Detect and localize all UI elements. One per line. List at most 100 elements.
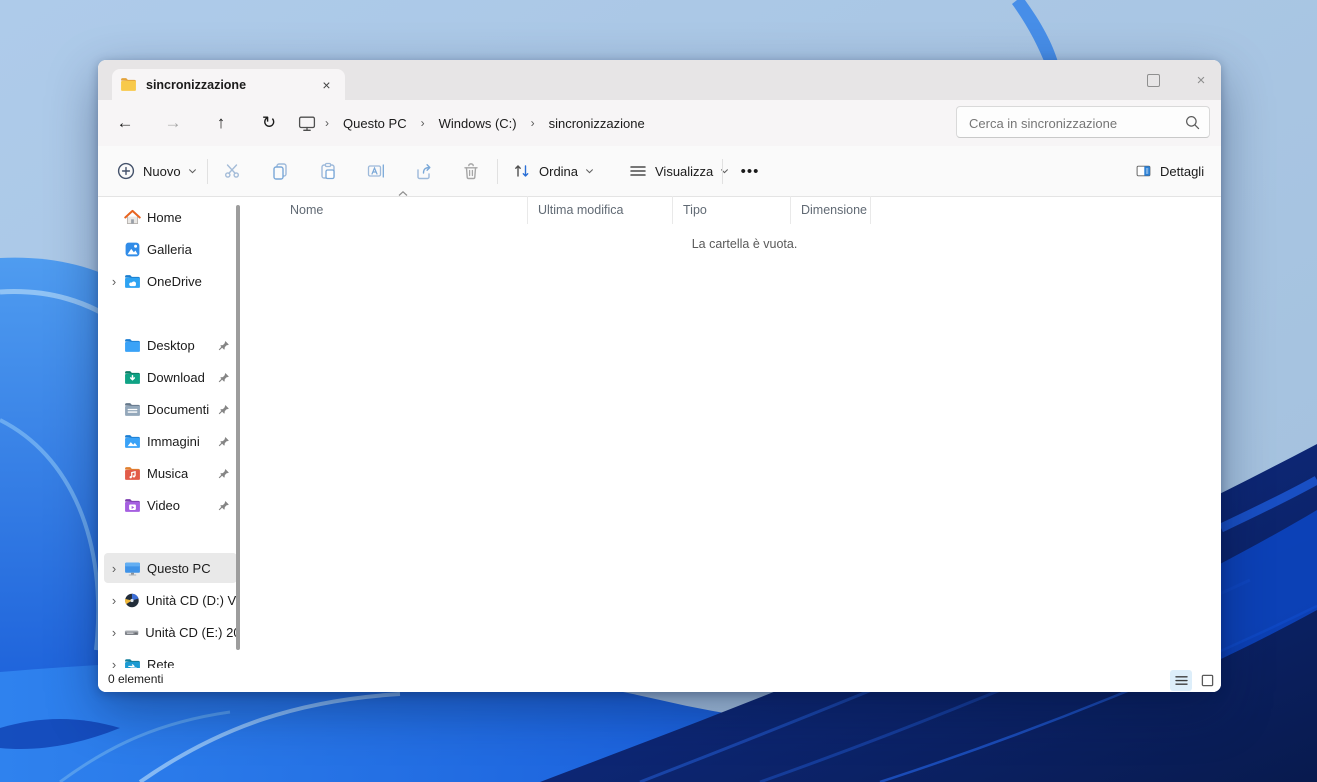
sort-icon	[515, 165, 529, 177]
paste-button[interactable]	[310, 153, 346, 189]
breadcrumb: › Questo PC › Windows (C:) › sincronizza…	[298, 104, 650, 142]
pin-icon	[218, 436, 229, 447]
music-folder-icon	[125, 466, 140, 480]
sort-button[interactable]: Ordina	[506, 153, 601, 189]
sidebar-item-label: Home	[147, 209, 182, 225]
details-pane-button[interactable]: Dettagli	[1128, 153, 1216, 189]
sidebar-item-galleria[interactable]: Galleria	[104, 234, 237, 264]
sidebar-item-onedrive[interactable]: › OneDrive	[104, 266, 237, 296]
column-header-nome[interactable]: Nome	[280, 196, 528, 224]
home-icon	[124, 209, 141, 224]
documents-folder-icon	[125, 402, 140, 416]
sidebar-scrollbar[interactable]	[236, 205, 240, 650]
folder-icon	[121, 78, 136, 91]
pin-icon	[218, 500, 229, 511]
share-button[interactable]	[406, 153, 442, 189]
plus-circle-icon	[117, 162, 135, 180]
list-view-toggle[interactable]	[1170, 670, 1192, 691]
toolbar-divider	[497, 159, 498, 184]
sidebar-item-documenti[interactable]: Documenti	[104, 394, 237, 424]
gallery-icon	[125, 242, 140, 256]
sidebar-item-home[interactable]: Home	[104, 202, 237, 232]
copy-icon	[273, 163, 287, 180]
rename-icon	[367, 164, 384, 178]
sidebar-item-cd-drive-e[interactable]: › Unità CD (E:) 202	[104, 617, 237, 647]
tab-title: sincronizzazione	[146, 77, 247, 92]
cd-drive-e-icon	[124, 630, 139, 635]
chevron-right-icon[interactable]: ›	[104, 625, 124, 640]
breadcrumb-questo-pc[interactable]: Questo PC	[338, 113, 412, 134]
sidebar-item-video[interactable]: Video	[104, 490, 237, 520]
file-explorer-window: sincronizzazione × × ← → ↑ ↻ › Questo PC…	[98, 60, 1221, 692]
pin-icon	[218, 468, 229, 479]
view-button[interactable]: Visualizza	[622, 153, 736, 189]
sidebar-item-immagini[interactable]: Immagini	[104, 426, 237, 456]
pin-icon	[218, 340, 229, 351]
details-button-label: Dettagli	[1160, 163, 1205, 179]
videos-folder-icon	[125, 498, 140, 512]
download-folder-icon	[125, 370, 140, 384]
item-count: 0 elementi	[108, 672, 164, 686]
column-header-label: Dimensione	[801, 203, 868, 217]
this-pc-monitor-icon	[125, 562, 140, 576]
sidebar-item-label: Immagini	[147, 433, 200, 449]
sidebar-item-label: Unità CD (D:) Vir	[145, 592, 237, 608]
large-icons-view-icon	[1201, 674, 1213, 687]
column-header-tipo[interactable]: Tipo	[673, 196, 791, 224]
forward-button[interactable]: →	[156, 106, 190, 140]
search-input[interactable]	[967, 108, 1181, 138]
trash-icon	[464, 163, 478, 180]
chevron-right-icon[interactable]: ›	[104, 274, 124, 289]
tab-sincronizzazione[interactable]: sincronizzazione ×	[112, 69, 345, 100]
chevron-down-icon	[721, 169, 729, 174]
back-button[interactable]: ←	[108, 106, 142, 140]
rename-button[interactable]	[358, 153, 394, 189]
toolbar-divider	[722, 159, 723, 184]
chevron-right-icon[interactable]: ›	[104, 561, 124, 576]
breadcrumb-current-folder[interactable]: sincronizzazione	[544, 113, 650, 134]
sidebar-item-desktop[interactable]: Desktop	[104, 330, 237, 360]
sidebar-item-label: OneDrive	[147, 273, 202, 289]
maximize-button[interactable]	[1139, 66, 1167, 94]
breadcrumb-separator: ›	[325, 116, 329, 130]
sidebar-item-cd-drive-d[interactable]: › Unità CD (D:) Vir	[104, 585, 237, 615]
chevron-right-icon[interactable]: ›	[104, 593, 124, 608]
paste-icon	[321, 162, 335, 180]
copy-button[interactable]	[262, 153, 298, 189]
cut-button[interactable]	[214, 153, 250, 189]
tab-close-button[interactable]: ×	[316, 74, 337, 95]
desktop-folder-icon	[125, 338, 140, 352]
breadcrumb-separator: ›	[530, 116, 535, 130]
sidebar-item-label: Galleria	[147, 241, 192, 257]
sidebar-item-musica[interactable]: Musica	[104, 458, 237, 488]
more-options-button[interactable]: •••	[732, 153, 768, 189]
column-header-ultima-modifica[interactable]: Ultima modifica	[528, 196, 673, 224]
sidebar-item-download[interactable]: Download	[104, 362, 237, 392]
chevron-down-icon	[188, 169, 196, 174]
toolbar-divider	[207, 159, 208, 184]
sidebar-item-label: Documenti	[147, 401, 210, 417]
cd-drive-d-icon	[125, 593, 139, 607]
sidebar-item-label: Video	[147, 497, 181, 513]
up-button[interactable]: ↑	[204, 106, 238, 140]
sidebar-item-label: Unità CD (E:) 202	[145, 624, 237, 640]
search-box	[956, 106, 1210, 138]
onedrive-folder-icon	[125, 274, 140, 288]
maximize-icon	[1146, 73, 1160, 87]
view-lines-icon	[630, 166, 646, 176]
sort-button-label: Ordina	[539, 163, 579, 179]
empty-folder-message: La cartella è vuota.	[691, 237, 798, 251]
sidebar-item-label: Download	[147, 369, 205, 385]
tab-bar: sincronizzazione × ×	[98, 60, 1221, 100]
breadcrumb-windows-c[interactable]: Windows (C:)	[434, 113, 522, 134]
delete-button[interactable]	[453, 153, 489, 189]
column-header-dimensione[interactable]: Dimensione	[791, 196, 871, 224]
large-icons-view-toggle[interactable]	[1196, 670, 1218, 691]
this-pc-icon[interactable]	[298, 115, 316, 132]
sidebar-item-label: Musica	[147, 465, 189, 481]
refresh-button[interactable]: ↻	[252, 106, 286, 140]
search-icon	[1186, 116, 1200, 130]
sidebar-item-questo-pc[interactable]: › Questo PC	[104, 553, 237, 583]
window-close-button[interactable]: ×	[1187, 66, 1215, 94]
new-button[interactable]: Nuovo	[110, 153, 204, 189]
